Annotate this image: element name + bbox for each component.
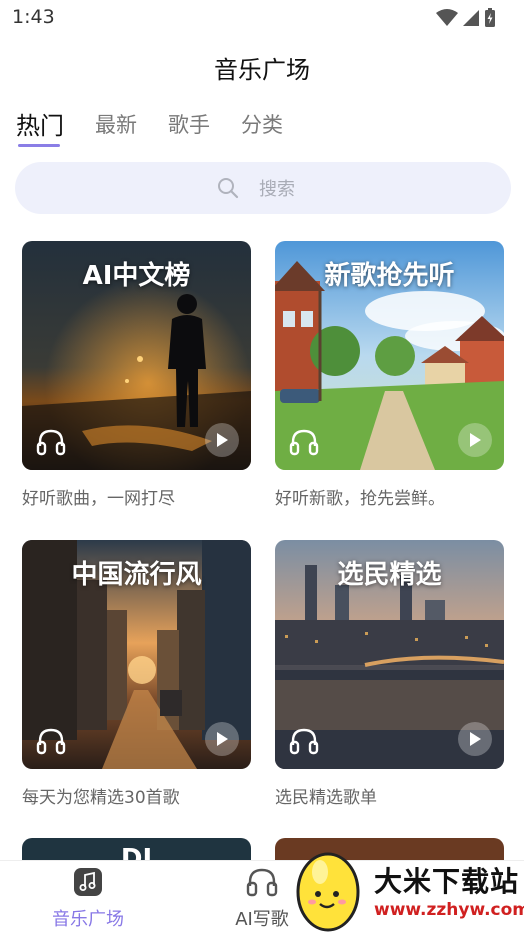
headphone-icon <box>246 868 278 897</box>
tab-hot[interactable]: 热门 <box>16 106 64 147</box>
search-placeholder: 搜索 <box>259 179 295 200</box>
play-icon <box>470 732 481 746</box>
search-input[interactable]: 搜索 <box>15 162 511 214</box>
playlist-title: 新歌抢先听 <box>324 261 455 291</box>
headphone-icon <box>289 429 319 456</box>
tab-label: 歌手 <box>168 113 210 137</box>
nav-music-square[interactable]: 音乐广场 <box>28 867 148 931</box>
playlist-card: AI中文榜 好听歌曲，一网打尽 <box>22 241 251 509</box>
playlist-title: 中国流行风 <box>71 560 202 590</box>
tab-label: 最新 <box>95 113 137 137</box>
play-icon <box>217 433 228 447</box>
playlist-cover[interactable]: AI中文榜 <box>22 241 251 470</box>
tab-singers[interactable]: 歌手 <box>168 106 210 146</box>
battery-icon <box>485 8 495 27</box>
play-button[interactable] <box>205 722 239 756</box>
playlist-card: 新歌抢先听 好听新歌，抢先尝鲜。 <box>275 241 504 509</box>
status-time: 1:43 <box>12 6 55 28</box>
headphone-icon <box>36 728 66 755</box>
tab-latest[interactable]: 最新 <box>95 106 137 146</box>
playlist-cover[interactable]: 选民精选 <box>275 540 504 769</box>
playlist-description: 好听新歌，抢先尝鲜。 <box>275 489 445 509</box>
music-note-icon <box>74 868 102 896</box>
tab-label: 热门 <box>16 112 64 140</box>
headphone-icon <box>36 429 66 456</box>
playlist-cover[interactable]: 新歌抢先听 <box>275 241 504 470</box>
page-title: 音乐广场 <box>214 56 310 84</box>
tab-categories[interactable]: 分类 <box>241 106 283 146</box>
play-icon <box>470 433 481 447</box>
status-bar: 1:43 <box>0 0 524 36</box>
playlist-card: 选民精选 选民精选歌单 <box>275 540 504 808</box>
playlist-title: 选民精选 <box>337 560 442 590</box>
play-button[interactable] <box>205 423 239 457</box>
playlist-cover[interactable]: 中国流行风 <box>22 540 251 769</box>
playlist-card: 中国流行风 每天为您精选30首歌 <box>22 540 251 808</box>
playlist-title: AI中文榜 <box>82 261 191 291</box>
playlist-description: 每天为您精选30首歌 <box>22 788 180 808</box>
playlist-description: 选民精选歌单 <box>275 788 377 808</box>
status-icons <box>436 8 496 28</box>
category-tabs: 热门 最新 歌手 分类 <box>16 106 314 147</box>
playlist-title: DJ <box>120 844 153 860</box>
playlist-card-partial[interactable]: DJ <box>22 838 251 860</box>
signal-icon <box>463 10 479 26</box>
egg-mascot-logo <box>296 852 360 932</box>
wifi-icon <box>436 9 458 26</box>
play-button[interactable] <box>458 423 492 457</box>
watermark-title: 大米下载站 <box>374 865 520 898</box>
watermark-url: www.zzhyw.com <box>374 900 524 920</box>
search-icon <box>218 178 239 199</box>
tab-label: 分类 <box>241 113 283 137</box>
nav-label: 音乐广场 <box>52 909 124 930</box>
play-button[interactable] <box>458 722 492 756</box>
tab-active-indicator <box>18 144 60 147</box>
headphone-icon <box>289 728 319 755</box>
playlist-description: 好听歌曲，一网打尽 <box>22 489 175 509</box>
play-icon <box>217 732 228 746</box>
site-watermark: 大米下载站 www.zzhyw.com <box>290 842 524 932</box>
